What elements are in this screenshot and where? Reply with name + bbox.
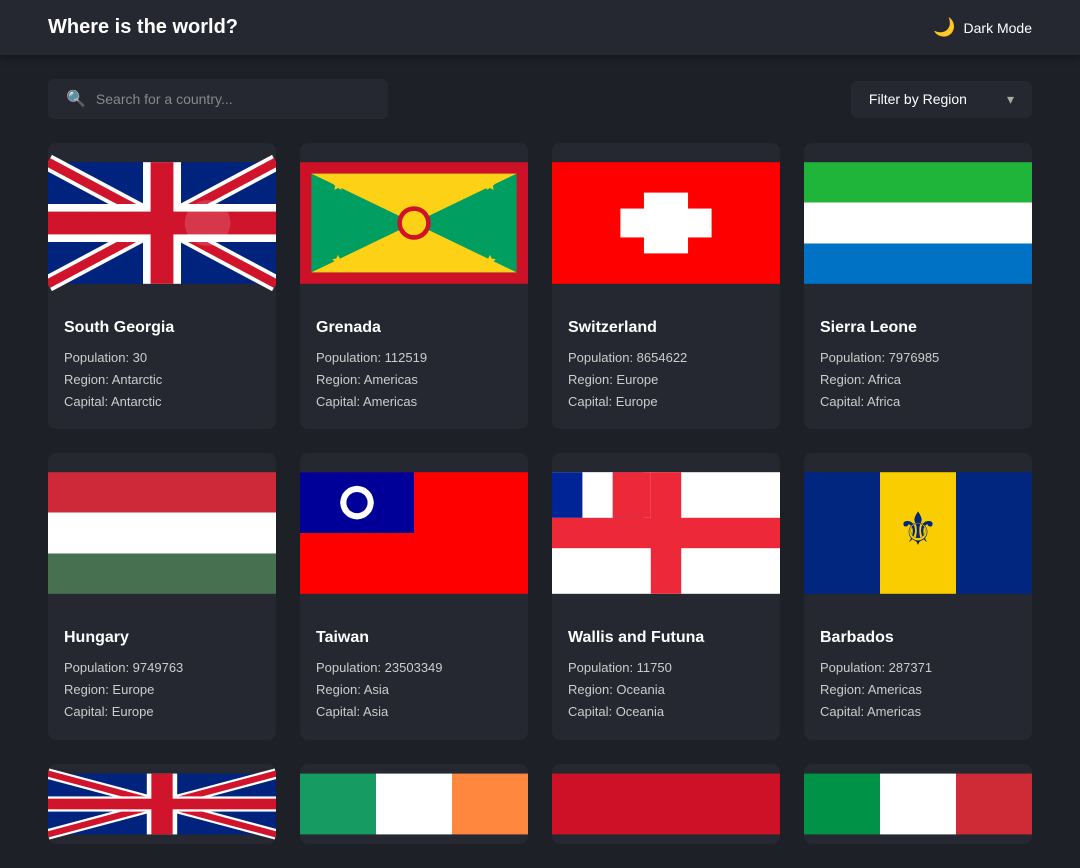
card-body: Switzerland Population: 8654622Region: Eu… (552, 303, 780, 429)
country-name: Sierra Leone (820, 319, 1016, 337)
filter-dropdown[interactable]: Filter by Region ▾ (851, 81, 1032, 118)
partial-card-2[interactable] (300, 764, 528, 844)
partial-flag-3 (552, 764, 780, 844)
partial-card-1[interactable] (48, 764, 276, 844)
search-box: 🔍 (48, 79, 388, 119)
country-name: Wallis and Futuna (568, 629, 764, 647)
flag-container (804, 143, 1032, 303)
country-card[interactable]: Grenada Population: 112519Region: America… (300, 143, 528, 429)
countries-grid: South Georgia Population: 30Region: Antar… (0, 143, 1080, 764)
country-info: Population: 7976985Region: AfricaCapital… (820, 347, 1016, 413)
country-info: Population: 112519Region: AmericasCapita… (316, 347, 512, 413)
controls-bar: 🔍 Filter by Region ▾ (0, 55, 1080, 143)
country-info: Population: 287371Region: AmericasCapita… (820, 657, 1016, 723)
country-card[interactable]: ⚜ Barbados Population: 287371Region: Ameri… (804, 453, 1032, 739)
country-info: Population: 8654622Region: EuropeCapital… (568, 347, 764, 413)
country-card[interactable]: South Georgia Population: 30Region: Antar… (48, 143, 276, 429)
flag-container (552, 143, 780, 303)
card-body: Taiwan Population: 23503349Region: AsiaCa… (300, 613, 528, 739)
partial-row (0, 764, 1080, 868)
app-header: Where is the world? 🌙 Dark Mode (0, 0, 1080, 55)
uk-partial-flag-svg (48, 764, 276, 844)
svg-text:⚜: ⚜ (898, 504, 939, 555)
flag-container (48, 453, 276, 613)
card-body: Barbados Population: 287371Region: Americ… (804, 613, 1032, 739)
country-card[interactable]: Switzerland Population: 8654622Region: Eu… (552, 143, 780, 429)
country-name: Switzerland (568, 319, 764, 337)
country-info: Population: 9749763Region: EuropeCapital… (64, 657, 260, 723)
country-name: Barbados (820, 629, 1016, 647)
country-name: South Georgia (64, 319, 260, 337)
card-body: Sierra Leone Population: 7976985Region: A… (804, 303, 1032, 429)
country-card[interactable]: Taiwan Population: 23503349Region: AsiaCa… (300, 453, 528, 739)
card-body: Hungary Population: 9749763Region: Europe… (48, 613, 276, 739)
ireland-partial-flag-svg (300, 764, 528, 844)
country-name: Hungary (64, 629, 260, 647)
partial-flag-2 (300, 764, 528, 844)
country-card[interactable]: Wallis and Futuna Population: 11750Region… (552, 453, 780, 739)
dark-mode-toggle[interactable]: 🌙 Dark Mode (933, 17, 1032, 38)
italy-partial-flag-svg (804, 764, 1032, 844)
country-card[interactable]: Hungary Population: 9749763Region: Europe… (48, 453, 276, 739)
card-body: Grenada Population: 112519Region: America… (300, 303, 528, 429)
chevron-down-icon: ▾ (1007, 91, 1014, 108)
filter-label: Filter by Region (869, 91, 967, 107)
country-name: Taiwan (316, 629, 512, 647)
country-card[interactable]: Sierra Leone Population: 7976985Region: A… (804, 143, 1032, 429)
red-partial-flag-svg (552, 764, 780, 844)
partial-flag-1 (48, 764, 276, 844)
flag-container (48, 143, 276, 303)
flag-container (300, 143, 528, 303)
app-title: Where is the world? (48, 16, 238, 39)
partial-card-4[interactable] (804, 764, 1032, 844)
country-info: Population: 30Region: AntarcticCapital: … (64, 347, 260, 413)
search-input[interactable] (96, 91, 370, 107)
card-body: Wallis and Futuna Population: 11750Region… (552, 613, 780, 739)
dark-mode-label: Dark Mode (964, 20, 1032, 36)
card-body: South Georgia Population: 30Region: Antar… (48, 303, 276, 429)
flag-container (552, 453, 780, 613)
country-info: Population: 11750Region: OceaniaCapital:… (568, 657, 764, 723)
flag-container (300, 453, 528, 613)
search-icon: 🔍 (66, 89, 86, 109)
partial-flag-4 (804, 764, 1032, 844)
partial-card-3[interactable] (552, 764, 780, 844)
country-info: Population: 23503349Region: AsiaCapital:… (316, 657, 512, 723)
flag-container: ⚜ (804, 453, 1032, 613)
country-name: Grenada (316, 319, 512, 337)
moon-icon: 🌙 (933, 17, 955, 38)
